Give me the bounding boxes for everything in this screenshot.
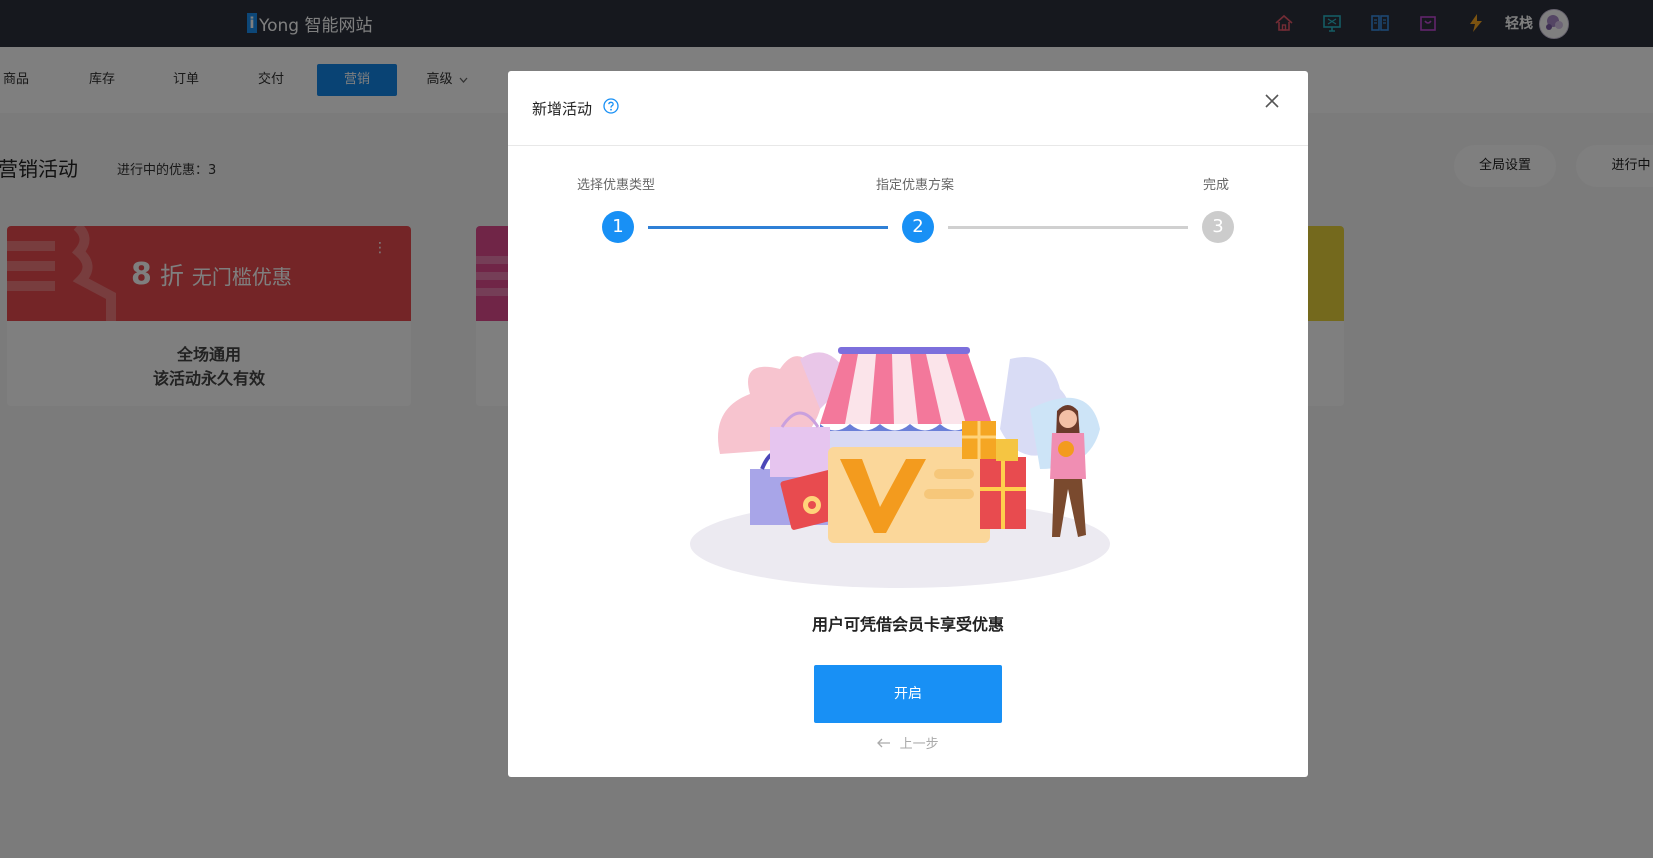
previous-step-label: 上一步	[899, 737, 939, 752]
step-circle-3: 3	[1202, 211, 1234, 243]
step-circle-2: 2	[902, 211, 934, 243]
modal-header: 新增活动	[508, 71, 1308, 146]
step-label-3: 完成	[1203, 178, 1230, 193]
modal-message: 用户可凭借会员卡享受优惠	[811, 615, 1004, 634]
new-activity-modal: 新增活动 选择优惠类型 指定优惠方案 完成 1 2 3 用户可凭借会员卡享受优惠…	[508, 71, 1308, 777]
step-label-2: 指定优惠方案	[876, 178, 955, 193]
previous-step-button[interactable]: 上一步	[508, 733, 1308, 752]
step-connector-done	[648, 226, 888, 229]
store-membership-illustration	[690, 347, 1110, 588]
arrow-left-icon	[877, 737, 891, 752]
modal-title: 新增活动	[532, 100, 593, 118]
step-connector-pending	[948, 226, 1188, 229]
close-icon[interactable]	[1258, 87, 1286, 115]
step-label-1: 选择优惠类型	[577, 178, 656, 193]
step-circle-1: 1	[602, 211, 634, 243]
open-button[interactable]: 开启	[814, 665, 1002, 723]
question-circle-icon[interactable]	[603, 98, 619, 114]
